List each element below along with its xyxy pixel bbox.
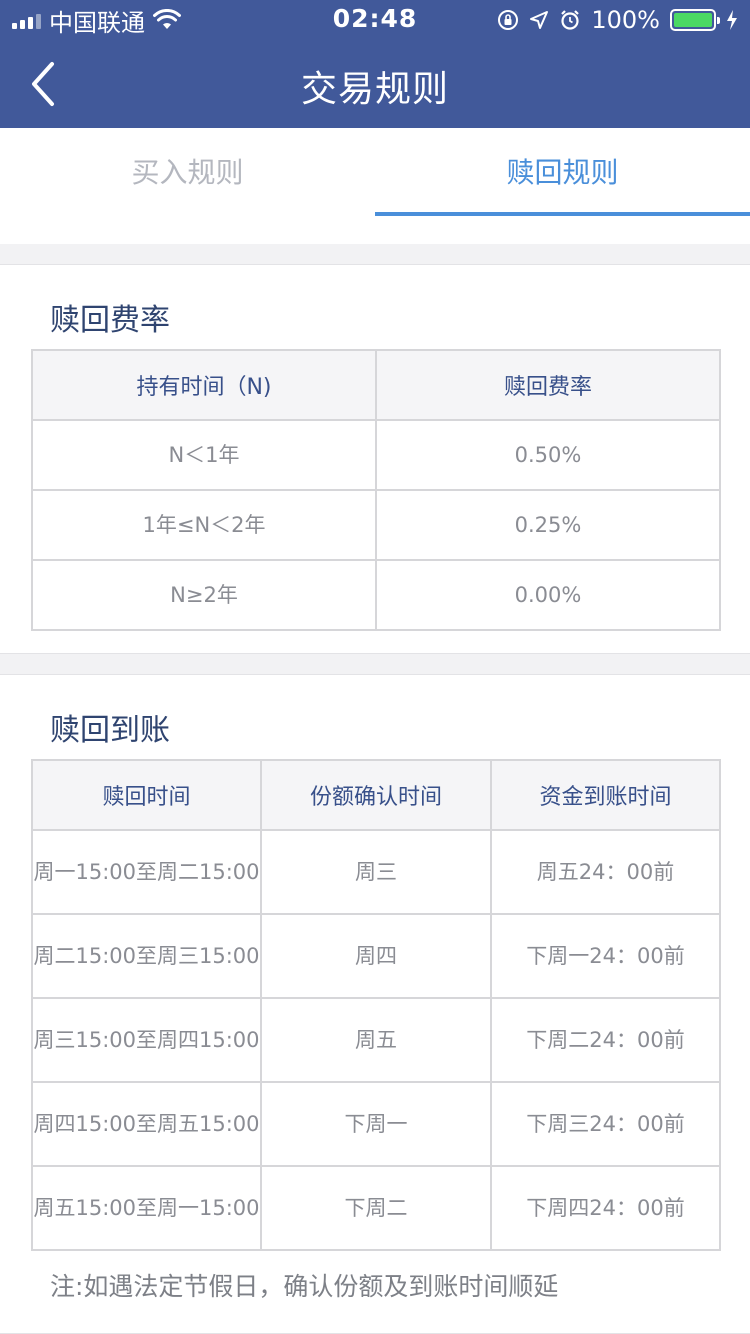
fee-rate-cell: 0.50% [375, 419, 721, 491]
redemption-time-cell: 周一15:00至周二15:00 [31, 829, 262, 915]
table-row: 周三15:00至周四15:00 周五 下周二24：00前 [31, 997, 721, 1083]
active-tab-indicator [375, 212, 750, 216]
arrival-table: 赎回时间 份额确认时间 资金到账时间 周一15:00至周二15:00 周三 周五… [31, 759, 721, 1251]
section-title-fee: 赎回费率 [50, 303, 170, 338]
share-confirm-cell: 周三 [260, 829, 492, 915]
fund-arrival-cell: 周五24：00前 [490, 829, 721, 915]
share-confirm-cell: 周五 [260, 997, 492, 1083]
table-row: N≥2年 0.00% [31, 559, 721, 631]
tab-buy-rules[interactable]: 买入规则 [0, 128, 375, 244]
fund-arrival-cell: 下周二24：00前 [490, 997, 721, 1083]
tab-bar: 买入规则 赎回规则 [0, 128, 750, 244]
table-row: N＜1年 0.50% [31, 419, 721, 491]
fee-table: 持有时间（N) 赎回费率 N＜1年 0.50% 1年≤N＜2年 0.25% N≥… [31, 349, 721, 631]
redemption-time-cell: 周四15:00至周五15:00 [31, 1081, 262, 1167]
redemption-fee-section: 赎回费率 持有时间（N) 赎回费率 N＜1年 0.50% 1年≤N＜2年 0.2… [0, 264, 750, 654]
status-right: 100% [497, 5, 738, 35]
table-row: 周一15:00至周二15:00 周三 周五24：00前 [31, 829, 721, 915]
location-arrow-icon [530, 11, 549, 29]
status-bar: 中国联通 02:48 100% [0, 0, 750, 40]
alarm-icon [561, 10, 580, 30]
charging-bolt-icon [727, 10, 737, 30]
redemption-time-cell: 周五15:00至周一15:00 [31, 1165, 262, 1251]
fee-rate-cell: 0.25% [375, 489, 721, 561]
fee-rate-cell: 0.00% [375, 559, 721, 631]
battery-icon [670, 9, 720, 31]
table-row: 周四15:00至周五15:00 下周一 下周三24：00前 [31, 1081, 721, 1167]
table-row: 1年≤N＜2年 0.25% [31, 489, 721, 561]
redemption-arrival-section: 赎回到账 赎回时间 份额确认时间 资金到账时间 周一15:00至周二15:00 … [0, 674, 750, 1334]
share-confirm-cell: 周四 [260, 913, 492, 999]
orientation-lock-icon [498, 10, 519, 30]
column-header: 资金到账时间 [490, 759, 721, 831]
column-header: 赎回费率 [375, 349, 721, 421]
holiday-note: 注:如遇法定节假日，确认份额及到账时间顺延 [50, 1272, 559, 1301]
share-confirm-cell: 下周二 [260, 1165, 492, 1251]
share-confirm-cell: 下周一 [260, 1081, 492, 1167]
redemption-time-cell: 周三15:00至周四15:00 [31, 997, 262, 1083]
page-title: 交易规则 [300, 69, 449, 110]
redemption-time-cell: 周二15:00至周三15:00 [31, 913, 262, 999]
holding-period-cell: N＜1年 [31, 419, 377, 491]
battery-percent: 100% [591, 6, 660, 34]
fund-arrival-cell: 下周三24：00前 [490, 1081, 721, 1167]
section-title-arrival: 赎回到账 [50, 713, 170, 748]
column-header: 持有时间（N) [31, 349, 377, 421]
holding-period-cell: N≥2年 [31, 559, 377, 631]
table-header-row: 赎回时间 份额确认时间 资金到账时间 [31, 759, 721, 831]
navigation-bar: 交易规则 [0, 40, 750, 128]
table-header-row: 持有时间（N) 赎回费率 [31, 349, 721, 421]
holding-period-cell: 1年≤N＜2年 [31, 489, 377, 561]
tab-redeem-rules[interactable]: 赎回规则 [375, 128, 750, 244]
column-header: 份额确认时间 [260, 759, 492, 831]
fund-arrival-cell: 下周四24：00前 [490, 1165, 721, 1251]
column-header: 赎回时间 [31, 759, 262, 831]
table-row: 周五15:00至周一15:00 下周二 下周四24：00前 [31, 1165, 721, 1251]
fund-arrival-cell: 下周一24：00前 [490, 913, 721, 999]
table-row: 周二15:00至周三15:00 周四 下周一24：00前 [31, 913, 721, 999]
